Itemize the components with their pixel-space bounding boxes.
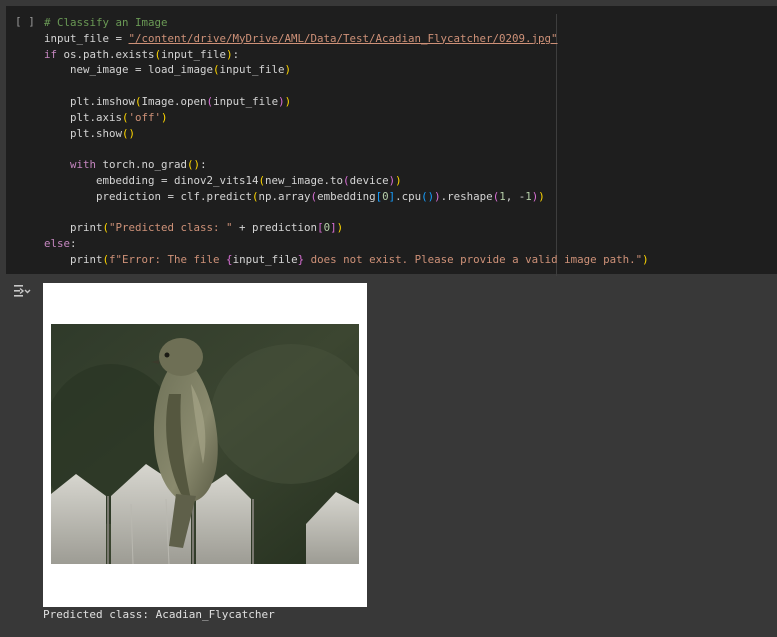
code-line-8: plt.show()	[44, 126, 136, 140]
code-line-15: else:	[44, 237, 77, 251]
run-cell-button[interactable]: [ ]	[15, 15, 35, 28]
code-line-11: embedding = dinov2_vits14(new_image.to(d…	[44, 173, 402, 187]
prediction-output-text: Predicted class: Acadian_Flycatcher	[43, 608, 275, 621]
code-line-4: new_image = load_image(input_file)	[44, 63, 292, 77]
code-line-12: prediction = clf.predict(np.array(embedd…	[44, 189, 545, 203]
code-line-1: # Classify an Image	[44, 16, 168, 29]
code-line-10: with torch.no_grad():	[70, 158, 207, 172]
code-line-3: if os.path.exists(input_file):	[44, 47, 240, 61]
code-line-16: print(f"Error: The file {input_file} doe…	[44, 252, 649, 266]
code-line-14: print("Predicted class: " + prediction[0…	[44, 221, 344, 235]
output-image-frame	[43, 283, 367, 607]
code-line-2: input_file = "/content/drive/MyDrive/AML…	[44, 31, 558, 45]
code-line-6: plt.imshow(Image.open(input_file))	[44, 94, 292, 108]
bird-photo	[51, 324, 359, 564]
code-editor[interactable]: # Classify an Image input_file = "/conte…	[44, 15, 649, 268]
output-toggle-icon[interactable]	[12, 283, 32, 299]
code-line-7: plt.axis('off')	[44, 110, 168, 124]
code-cell[interactable]: [ ] # Classify an Image input_file = "/c…	[6, 6, 777, 276]
